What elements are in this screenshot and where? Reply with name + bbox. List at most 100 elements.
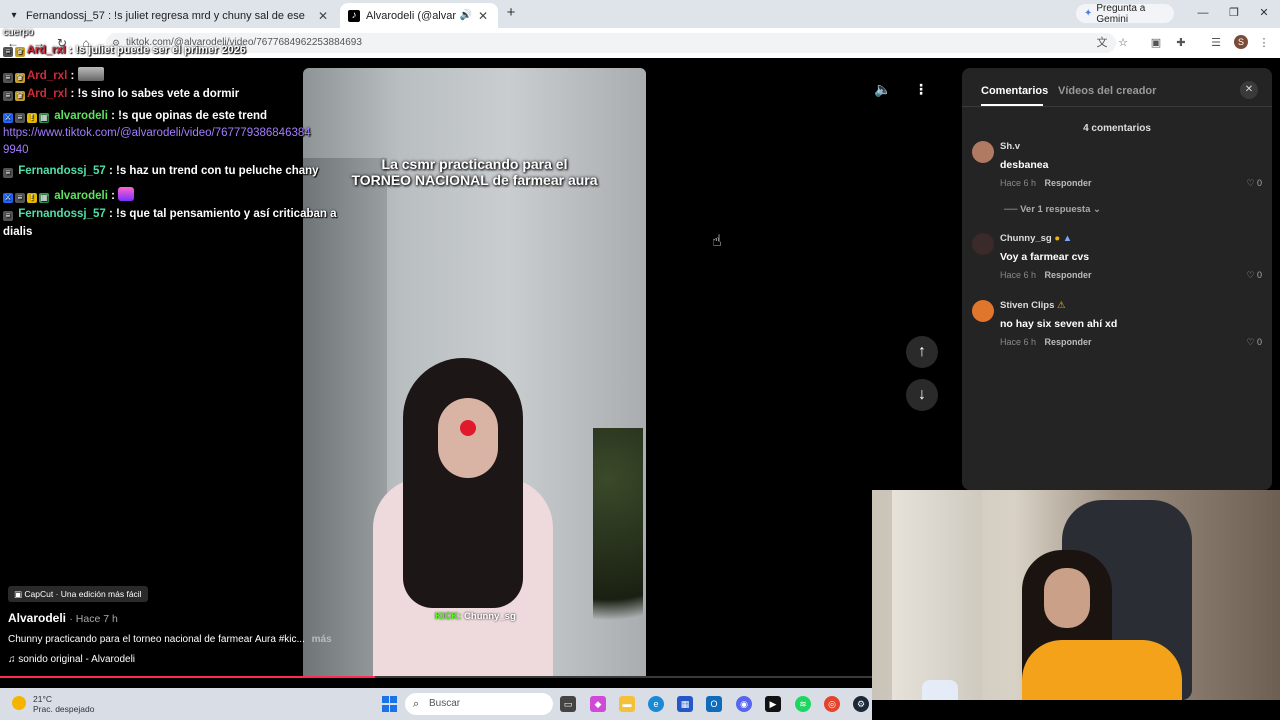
comment-author[interactable]: Chunny_sg ● ▲: [1000, 233, 1072, 244]
tab-close-icon[interactable]: ✕: [476, 9, 490, 23]
capcut-badge[interactable]: ▣ CapCut · Una edición más fácil: [8, 586, 148, 602]
more-options-icon[interactable]: ⋮: [910, 78, 932, 100]
reply-button[interactable]: Responder: [1045, 178, 1092, 188]
kick-watermark: KICK: Chunny_sg: [435, 611, 516, 622]
chat-message: ≡ Fernandossj_57 : !s haz un trend con t…: [3, 165, 319, 178]
file-explorer-icon[interactable]: ▬: [619, 696, 635, 712]
url-field[interactable]: ⚙ tiktok.com/@alvarodeli/video/767768496…: [106, 33, 1116, 53]
puzzle-icon[interactable]: ✚: [1174, 36, 1188, 50]
video-progress-bar[interactable]: [0, 676, 872, 678]
tab-comments[interactable]: Comentarios: [981, 85, 1048, 97]
like-button[interactable]: ♡ 0: [1246, 337, 1262, 348]
comment-author[interactable]: Stiven Clips ⚠: [1000, 300, 1066, 311]
video-plant: [593, 428, 643, 678]
video-caption-line1: La csmr practicando para el: [381, 156, 568, 172]
capcut-label: CapCut · Una edición más fácil: [24, 589, 142, 599]
restore-icon[interactable]: ❐: [1227, 6, 1241, 20]
weather-widget[interactable]: 21°C Prac. despejado: [12, 694, 94, 714]
reply-button[interactable]: Responder: [1045, 337, 1092, 347]
outlook-icon[interactable]: O: [706, 696, 722, 712]
weather-temp: 21°C: [33, 694, 52, 704]
extension-icon[interactable]: ▣: [1149, 36, 1163, 50]
chat-link-cont[interactable]: 9940: [3, 144, 29, 156]
chat-overflow: cuerpo: [3, 27, 34, 38]
translate-icon[interactable]: 文: [1095, 36, 1109, 50]
like-count: 0: [1256, 337, 1262, 347]
close-window-icon[interactable]: ✕: [1257, 6, 1271, 20]
hand-cursor-icon: ☝: [712, 233, 722, 250]
reading-list-icon[interactable]: ☰: [1209, 36, 1223, 50]
weather-desc: Prac. despejado: [33, 704, 95, 714]
terminal-icon[interactable]: ▶: [765, 696, 781, 712]
kick-label: KICK:: [435, 611, 462, 622]
volume-icon[interactable]: 🔈: [872, 78, 894, 100]
bookmark-star-icon[interactable]: ☆: [1116, 36, 1130, 50]
video-author[interactable]: Alvarodeli · Hace 7 h: [8, 611, 118, 625]
screen: ▾ Fernandossj_57 : !s juliet regresa mrd…: [0, 0, 1280, 720]
warning-icon: ⚠: [1057, 300, 1066, 311]
comment-text: desbanea: [1000, 159, 1049, 171]
tab-creator-videos[interactable]: Vídeos del creador: [1058, 85, 1156, 97]
discord-icon[interactable]: ◉: [736, 696, 752, 712]
reply-button[interactable]: Responder: [1045, 270, 1092, 280]
clown-nose: [460, 420, 476, 436]
video-sound[interactable]: ♫ sonido original - Alvarodeli: [8, 654, 135, 665]
comment-time: Hace 6 h: [1000, 337, 1037, 347]
kick-user: Chunny_sg: [464, 611, 516, 622]
description-text: Chunny practicando para el torneo nacion…: [8, 634, 305, 645]
comment-count: 4 comentarios: [1083, 123, 1151, 134]
task-view-icon[interactable]: ▭: [560, 696, 576, 712]
author-name[interactable]: Alvarodeli: [8, 611, 66, 625]
spotify-icon[interactable]: ≋: [795, 696, 811, 712]
emote-icon: [118, 187, 135, 201]
progress-fill: [0, 676, 375, 678]
avatar[interactable]: [972, 233, 994, 255]
tab-chat[interactable]: ▾ Fernandossj_57 : !s juliet regresa mrd…: [0, 3, 338, 28]
emote-icon: [77, 67, 104, 81]
gemini-button[interactable]: ✦ Pregunta a Gemini: [1076, 3, 1174, 25]
capcut-icon: ▣: [14, 589, 23, 599]
like-count: 0: [1256, 270, 1262, 280]
next-video-button[interactable]: ↓: [906, 379, 938, 411]
copilot-icon[interactable]: ◆: [590, 696, 606, 712]
heart-icon: ♡: [1246, 270, 1255, 280]
edge-icon[interactable]: e: [648, 696, 664, 712]
heart-icon: ♡: [1246, 337, 1255, 347]
comment-author[interactable]: Sh.v: [1000, 141, 1020, 152]
comment-meta: Hace 6 h Responder: [1000, 337, 1092, 347]
taskbar-search[interactable]: ⌕ Buscar: [405, 693, 553, 715]
profile-avatar[interactable]: S: [1234, 35, 1248, 49]
chevron-down-icon: ⌄: [1093, 204, 1101, 215]
tab-tiktok[interactable]: ♪ Alvarodeli (@alvarodeli) | T 🔊 ✕: [340, 3, 498, 28]
comment-text: no hay six seven ahí xd: [1000, 318, 1118, 330]
video-caption-line2: TORNEO NACIONAL de farmear aura: [351, 172, 598, 188]
view-replies-button[interactable]: ── Ver 1 respuesta ⌄: [1004, 204, 1101, 215]
tab-close-icon[interactable]: ✕: [316, 9, 330, 23]
chat-link[interactable]: https://www.tiktok.com/@alvarodeli/video…: [3, 127, 311, 139]
minimize-icon[interactable]: —: [1196, 6, 1210, 20]
comment-time: Hace 6 h: [1000, 178, 1037, 188]
video-person: [363, 358, 563, 678]
like-button[interactable]: ♡ 0: [1246, 270, 1262, 281]
avatar[interactable]: [972, 141, 994, 163]
post-age: · Hace 7 h: [69, 613, 118, 625]
chat-message: ≡ ♛ Ard_rxl : !s sino lo sabes vete a dorm…: [3, 88, 239, 101]
steam-icon[interactable]: ⚙: [853, 696, 869, 712]
sparkle-icon: ✦: [1084, 8, 1093, 19]
tiktok-video[interactable]: La csmr practicando para el TORNEO NACIO…: [303, 68, 646, 678]
store-icon[interactable]: ▦: [677, 696, 693, 712]
chat-message-cont: dialis: [3, 226, 33, 238]
new-tab-icon[interactable]: +: [503, 5, 519, 21]
close-panel-icon[interactable]: ✕: [1240, 81, 1258, 99]
chrome-icon[interactable]: ◎: [824, 696, 840, 712]
tab-title: Alvarodeli (@alvarodeli) | T: [366, 9, 456, 22]
like-button[interactable]: ♡ 0: [1246, 178, 1262, 189]
more-link[interactable]: más: [312, 634, 332, 645]
menu-dots-icon[interactable]: ⋮: [1257, 36, 1271, 50]
avatar[interactable]: [972, 300, 994, 322]
comments-panel: Comentarios Vídeos del creador ✕ 4 comen…: [962, 68, 1272, 490]
view-replies-label: Ver 1 respuesta: [1020, 204, 1091, 215]
speaker-icon[interactable]: 🔊: [460, 10, 472, 21]
previous-video-button[interactable]: ↑: [906, 336, 938, 368]
start-button[interactable]: [382, 696, 398, 712]
